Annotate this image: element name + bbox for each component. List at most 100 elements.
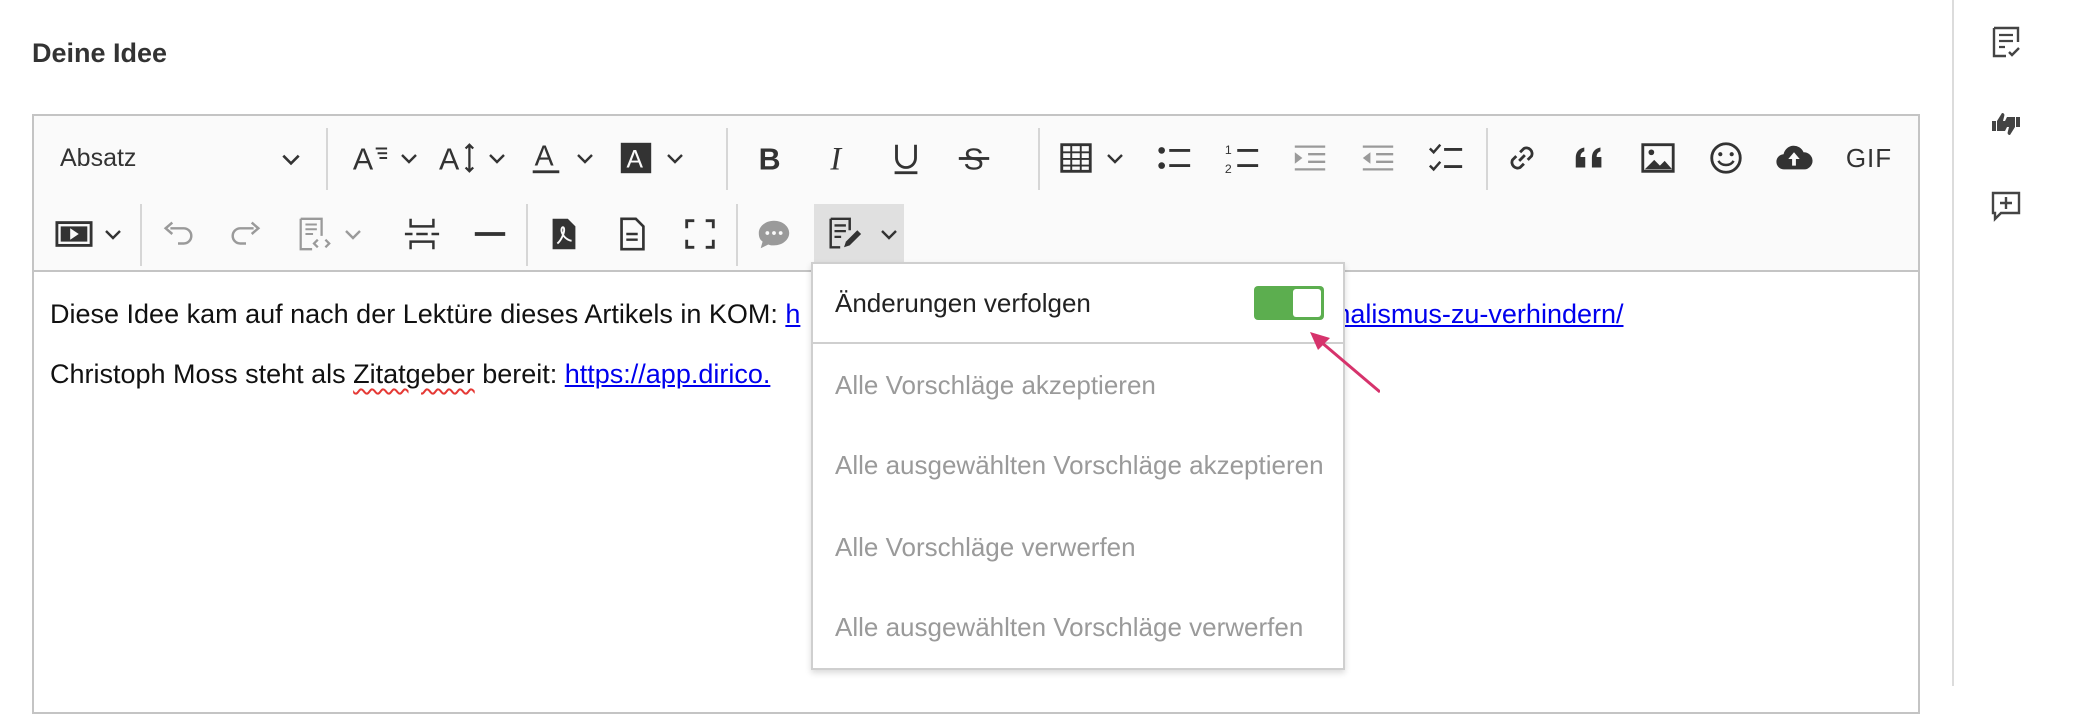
outdent-icon: [1362, 145, 1394, 171]
heading-dropdown[interactable]: Absatz: [44, 128, 316, 188]
page-break-icon: [404, 218, 440, 250]
chevron-down-icon: [577, 154, 593, 164]
export-pdf-button[interactable]: [536, 204, 592, 264]
chevron-down-icon: [401, 154, 417, 164]
todo-list-icon: [1428, 143, 1463, 172]
field-label: Deine Idee: [32, 38, 168, 68]
strikethrough-button[interactable]: S: [946, 128, 1002, 188]
font-size-icon: A: [353, 142, 388, 176]
dirico-link[interactable]: https://app.dirico.: [565, 359, 771, 389]
svg-text:A: A: [353, 142, 374, 176]
fullscreen-button[interactable]: [672, 204, 728, 264]
font-family-icon: A: [439, 142, 475, 176]
indent-button[interactable]: [1282, 128, 1338, 188]
document-icon: [620, 217, 645, 251]
track-changes-toggle-label: Änderungen verfolgen: [835, 288, 1091, 318]
vote-button[interactable]: [1986, 104, 2026, 144]
paragraph-text: bereit:: [474, 359, 565, 389]
font-family-chevron[interactable]: [486, 128, 508, 188]
undo-button[interactable]: [150, 204, 206, 264]
insert-media-button[interactable]: [46, 204, 102, 264]
svg-text:A: A: [535, 141, 554, 173]
font-color-button[interactable]: A: [518, 128, 574, 188]
editor-toolbar: Absatz A A A A B I S 1 2 GIF: [34, 116, 1918, 272]
track-changes-toggle-row[interactable]: Änderungen verfolgen: [813, 264, 1343, 344]
discard-selected-suggestions[interactable]: Alle ausgewählten Vorschläge verwerfen: [835, 612, 1303, 643]
font-size-chevron[interactable]: [398, 128, 420, 188]
source-editing-button[interactable]: [286, 204, 342, 264]
redo-button[interactable]: [218, 204, 274, 264]
italic-icon: I: [829, 140, 843, 176]
track-changes-button[interactable]: [814, 204, 874, 264]
paragraph-text: Diese Idee kam auf nach der Lektüre dies…: [50, 299, 786, 329]
insert-table-chevron[interactable]: [1104, 128, 1126, 188]
numbered-list-icon: 12: [1225, 143, 1259, 176]
add-comment-button[interactable]: [1986, 186, 2026, 226]
font-family-button[interactable]: A: [430, 128, 486, 188]
insert-media-chevron[interactable]: [102, 204, 124, 264]
undo-icon: [163, 221, 193, 245]
bulleted-list-icon: [1158, 147, 1191, 169]
track-changes-menu: Änderungen verfolgen Alle Vorschläge akz…: [811, 262, 1345, 670]
source-editing-chevron[interactable]: [342, 204, 364, 264]
link-icon: [1510, 146, 1534, 170]
page-break-button[interactable]: [394, 204, 450, 264]
thumbs-vote-icon: [1992, 113, 2020, 135]
chevron-down-icon: [345, 230, 361, 240]
svg-text:A: A: [439, 142, 460, 176]
strikethrough-icon: S: [958, 142, 990, 176]
font-color-chevron[interactable]: [574, 128, 596, 188]
chevron-down-icon: [1107, 154, 1123, 164]
bold-button[interactable]: B: [742, 128, 798, 188]
font-background-color-icon: A: [620, 142, 652, 174]
toolbar-separator: [1038, 128, 1040, 190]
accept-selected-suggestions[interactable]: Alle ausgewählten Vorschläge akzeptieren: [835, 450, 1324, 481]
toolbar-separator: [140, 204, 142, 266]
bulleted-list-button[interactable]: [1146, 128, 1202, 188]
svg-text:1: 1: [1225, 143, 1232, 157]
comments-list-icon: [1992, 26, 2020, 58]
comment-button[interactable]: [746, 204, 802, 264]
track-changes-toggle[interactable]: [1254, 286, 1324, 320]
toolbar-separator: [736, 204, 738, 266]
todo-list-button[interactable]: [1418, 128, 1474, 188]
heading-dropdown-value: Absatz: [60, 143, 137, 172]
font-size-button[interactable]: A: [342, 128, 398, 188]
table-icon: [1060, 143, 1092, 173]
horizontal-line-icon: [474, 232, 506, 236]
outdent-button[interactable]: [1350, 128, 1406, 188]
emoji-button[interactable]: [1698, 128, 1754, 188]
video-icon: [55, 221, 93, 247]
toolbar-separator: [326, 128, 328, 190]
article-link[interactable]: h: [785, 299, 800, 329]
chevron-down-icon: [105, 230, 121, 240]
chevron-down-icon: [881, 230, 897, 240]
export-word-button[interactable]: [604, 204, 660, 264]
italic-button[interactable]: I: [810, 128, 866, 188]
fullscreen-icon: [685, 219, 715, 249]
insert-image-button[interactable]: [1630, 128, 1686, 188]
comments-list-button[interactable]: [1986, 22, 2026, 62]
cloud-upload-icon: [1776, 145, 1813, 170]
font-background-color-chevron[interactable]: [664, 128, 686, 188]
insert-table-button[interactable]: [1048, 128, 1104, 188]
upload-button[interactable]: [1766, 128, 1822, 188]
horizontal-line-button[interactable]: [462, 204, 518, 264]
chevron-down-icon: [667, 154, 683, 164]
track-changes-icon: [829, 217, 862, 249]
link-button[interactable]: [1494, 128, 1550, 188]
font-background-color-button[interactable]: A: [608, 128, 664, 188]
redo-icon: [231, 221, 261, 245]
image-icon: [1641, 143, 1675, 173]
chevron-down-icon: [489, 154, 505, 164]
accept-all-suggestions[interactable]: Alle Vorschläge akzeptieren: [835, 370, 1156, 401]
track-changes-chevron[interactable]: [874, 204, 904, 264]
svg-text:2: 2: [1225, 162, 1232, 176]
numbered-list-button[interactable]: 12: [1214, 128, 1270, 188]
gif-button[interactable]: GIF: [1834, 128, 1904, 188]
svg-text:A: A: [627, 147, 644, 174]
discard-all-suggestions[interactable]: Alle Vorschläge verwerfen: [835, 532, 1136, 563]
emoji-icon: [1710, 142, 1742, 174]
block-quote-button[interactable]: [1562, 128, 1618, 188]
underline-button[interactable]: [878, 128, 934, 188]
